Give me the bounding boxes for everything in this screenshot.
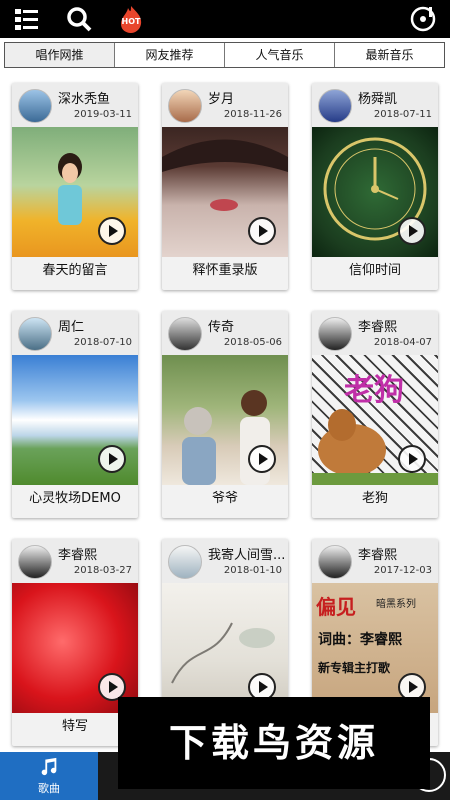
author-name[interactable]: 周仁 [58, 316, 136, 335]
play-icon[interactable] [398, 445, 426, 473]
post-date: 2018-01-10 [223, 565, 282, 576]
music-note-icon [41, 757, 57, 776]
post-date: 2018-07-10 [73, 337, 132, 348]
card-header: 李睿熙 2018-03-27 [12, 539, 138, 583]
post-date: 2019-03-11 [73, 109, 132, 120]
cover-image[interactable]: 老狗 [312, 355, 438, 485]
author-name[interactable]: 李睿熙 [58, 544, 136, 563]
play-icon[interactable] [98, 217, 126, 245]
nav-label: 歌曲 [38, 782, 60, 795]
post-date: 2018-07-11 [373, 109, 432, 120]
avatar[interactable] [168, 89, 202, 123]
cover-image[interactable] [12, 127, 138, 257]
song-card[interactable]: 深水秃鱼 2019-03-11 春天的留言 [12, 83, 138, 290]
watermark: 下载鸟资源 [118, 697, 430, 789]
avatar[interactable] [318, 545, 352, 579]
menu-icon[interactable] [14, 6, 40, 32]
card-header: 李睿熙 2017-12-03 [312, 539, 438, 583]
cover-text: 新专辑主打歌 [318, 661, 391, 675]
avatar[interactable] [318, 89, 352, 123]
author-name[interactable]: 杨舜凯 [358, 88, 436, 107]
tab-user-recommend[interactable]: 网友推荐 [115, 43, 225, 67]
song-card[interactable]: 岁月 2018-11-26 释怀重录版 [162, 83, 288, 290]
cover-image[interactable] [12, 355, 138, 485]
tab-singer-recommend[interactable]: 唱作网推 [5, 43, 115, 67]
avatar[interactable] [168, 545, 202, 579]
avatar[interactable] [18, 545, 52, 579]
song-title[interactable]: 心灵牧场DEMO [12, 487, 138, 506]
song-card[interactable]: 周仁 2018-07-10 心灵牧场DEMO [12, 311, 138, 518]
cover-text: 偏见 [316, 595, 356, 619]
hot-icon[interactable]: HOT [116, 4, 146, 34]
song-card[interactable]: 杨舜凯 2018-07-11 信仰时间 [312, 83, 438, 290]
song-title[interactable]: 释怀重录版 [162, 259, 288, 278]
cover-text: 词曲：李睿熙 [318, 632, 402, 648]
card-header: 岁月 2018-11-26 [162, 83, 288, 127]
author-name[interactable]: 深水秃鱼 [58, 88, 136, 107]
post-date: 2018-05-06 [223, 337, 282, 348]
author-name[interactable]: 岁月 [208, 88, 286, 107]
cover-text: 老狗 [344, 373, 404, 408]
hot-badge-label: HOT [121, 17, 141, 26]
cover-image[interactable] [312, 127, 438, 257]
song-title[interactable]: 信仰时间 [312, 259, 438, 278]
category-tabs: 唱作网推 网友推荐 人气音乐 最新音乐 [4, 42, 445, 68]
search-icon[interactable] [66, 6, 92, 32]
post-date: 2018-11-26 [223, 109, 282, 120]
author-name[interactable]: 传奇 [208, 316, 286, 335]
cover-image[interactable] [12, 583, 138, 713]
card-header: 我寄人间雪... 2018-01-10 [162, 539, 288, 583]
card-header: 李睿熙 2018-04-07 [312, 311, 438, 355]
cover-image[interactable] [162, 127, 288, 257]
song-title[interactable]: 春天的留言 [12, 259, 138, 278]
play-icon[interactable] [248, 445, 276, 473]
vinyl-icon[interactable] [410, 6, 436, 32]
song-card[interactable]: 传奇 2018-05-06 爷爷 [162, 311, 288, 518]
play-icon[interactable] [248, 217, 276, 245]
play-icon[interactable] [398, 217, 426, 245]
cover-text: 暗黑系列 [376, 599, 416, 610]
avatar[interactable] [318, 317, 352, 351]
post-date: 2017-12-03 [373, 565, 432, 576]
avatar[interactable] [168, 317, 202, 351]
cover-image[interactable] [162, 355, 288, 485]
tab-latest-music[interactable]: 最新音乐 [335, 43, 444, 67]
cover-image[interactable]: 偏见 暗黑系列 词曲：李睿熙 新专辑主打歌 [312, 583, 438, 713]
author-name[interactable]: 李睿熙 [358, 544, 436, 563]
post-date: 2018-04-07 [373, 337, 432, 348]
author-name[interactable]: 李睿熙 [358, 316, 436, 335]
song-title[interactable]: 老狗 [312, 487, 438, 506]
author-name[interactable]: 我寄人间雪... [208, 544, 286, 563]
avatar[interactable] [18, 89, 52, 123]
card-header: 传奇 2018-05-06 [162, 311, 288, 355]
tab-popular-music[interactable]: 人气音乐 [225, 43, 335, 67]
top-bar: HOT [0, 0, 450, 38]
play-icon[interactable] [98, 445, 126, 473]
card-header: 周仁 2018-07-10 [12, 311, 138, 355]
cover-image[interactable] [162, 583, 288, 713]
song-title[interactable]: 爷爷 [162, 487, 288, 506]
nav-songs[interactable]: 歌曲 [0, 752, 98, 800]
card-header: 深水秃鱼 2019-03-11 [12, 83, 138, 127]
song-card[interactable]: 李睿熙 2018-04-07 老狗 老狗 [312, 311, 438, 518]
watermark-text: 下载鸟资源 [168, 721, 379, 765]
card-header: 杨舜凯 2018-07-11 [312, 83, 438, 127]
avatar[interactable] [18, 317, 52, 351]
post-date: 2018-03-27 [73, 565, 132, 576]
